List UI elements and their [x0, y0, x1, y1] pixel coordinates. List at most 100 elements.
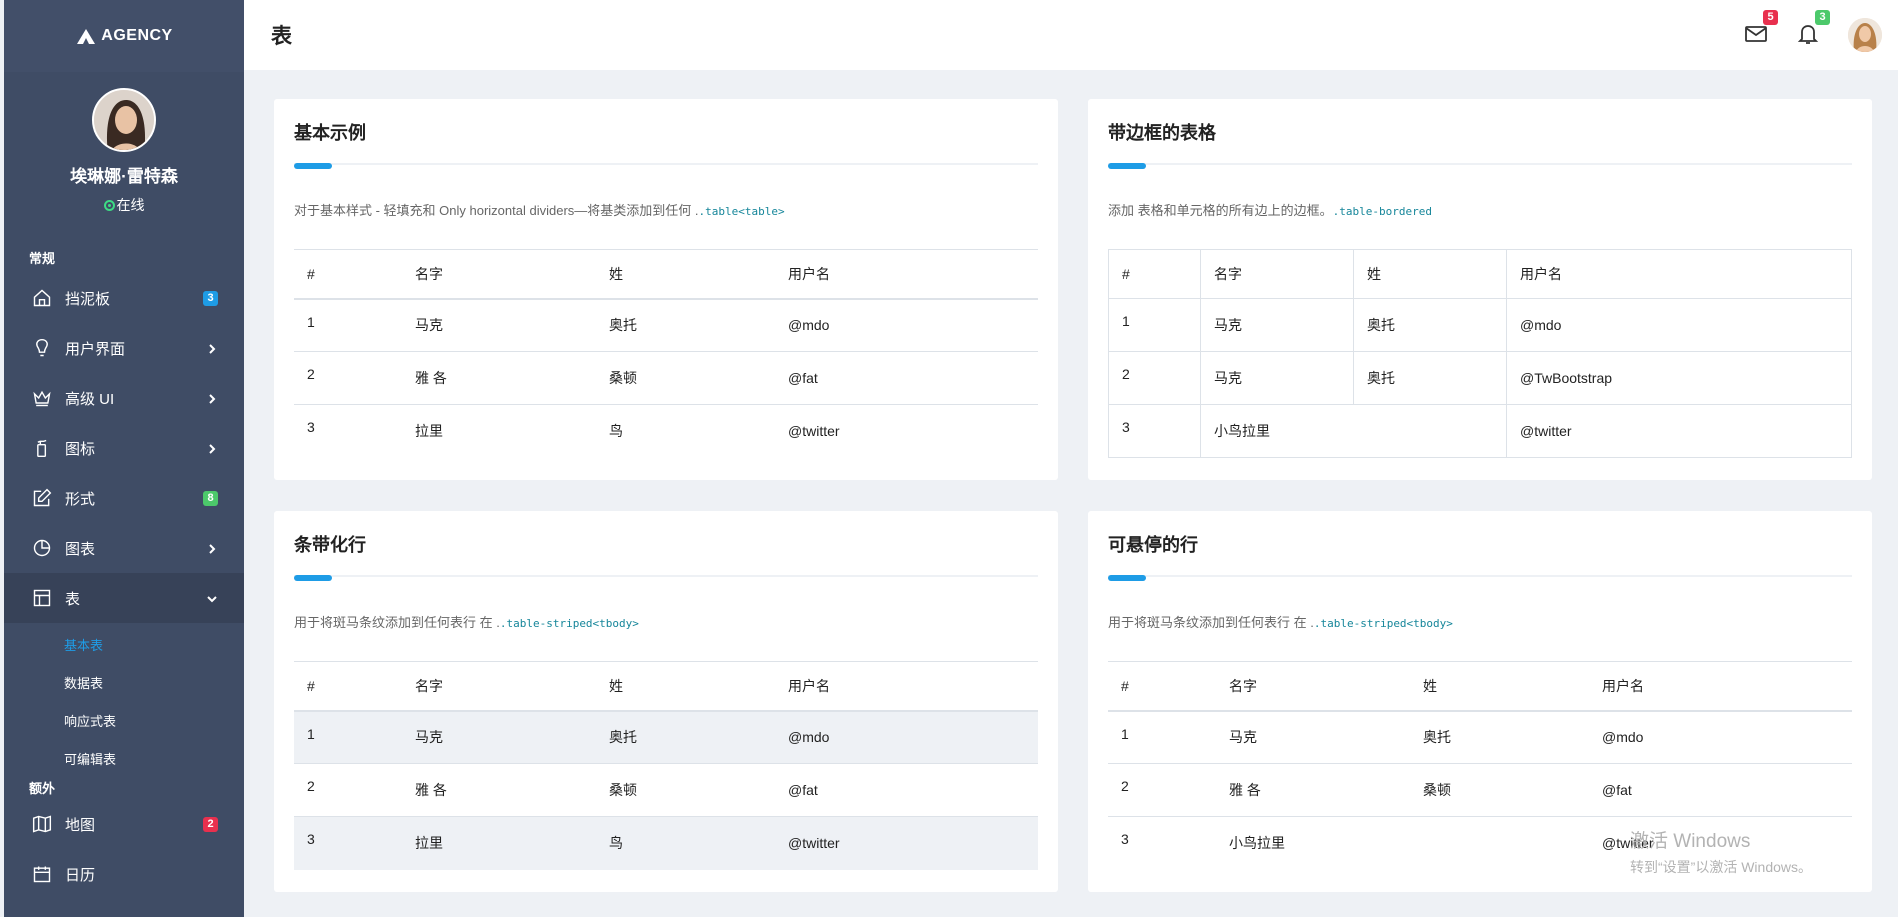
card-description: 对于基本样式 - 轻填充和 Only horizontal dividers—将…: [294, 200, 1038, 219]
card-desc-text: 对于基本样式 - 轻填充和 Only horizontal dividers—将…: [294, 203, 699, 218]
cell: 马克: [1200, 351, 1354, 405]
sidebar-subitem-responsive-table[interactable]: 响应式表: [4, 703, 244, 741]
notifications-button[interactable]: 3: [1796, 10, 1830, 48]
sidebar-item-label: 表: [65, 590, 81, 608]
cell: @mdo: [788, 729, 830, 746]
sidebar-item-label: 高级 UI: [65, 390, 115, 408]
cell: @twitter: [775, 816, 1038, 870]
profile: 埃琳娜·雷特森 在线: [4, 72, 244, 215]
extinguisher-icon: [31, 437, 53, 459]
cell: @twitter: [775, 404, 1038, 458]
cell: 奥托: [1353, 298, 1507, 352]
sidebar-subitem-basic-table[interactable]: 基本表: [4, 627, 244, 665]
cell: 3: [294, 404, 402, 458]
card-desc-code: .table-striped<tbody>: [499, 617, 639, 630]
sidebar-item-advanced-ui[interactable]: 高级 UI: [4, 373, 244, 423]
column-header: 用户名: [775, 661, 1038, 712]
title-underline: [1108, 163, 1852, 169]
column-header: 名字: [402, 249, 596, 300]
sidebar-item-label: 形式: [65, 490, 96, 508]
column-header: 姓: [1410, 661, 1589, 712]
sidebar-subitem-data-table[interactable]: 数据表: [4, 665, 244, 703]
cell: 3: [1108, 404, 1201, 458]
table-row[interactable]: 1 马克 奥托 @mdo: [1108, 711, 1852, 764]
cell: 雅 各: [402, 351, 596, 405]
column-header: #: [294, 249, 402, 300]
card-title: 基本示例: [294, 123, 366, 143]
title-underline: [294, 575, 1038, 581]
chevron-right-icon: [206, 442, 218, 454]
cell: @mdo: [788, 317, 830, 334]
sidebar-item-ui[interactable]: 用户界面: [4, 323, 244, 373]
card-desc-code: .table-striped<tbody>: [1313, 617, 1453, 630]
card-striped-table: 条带化行 用于将斑马条纹添加到任何表行 在 ..table-striped<tb…: [274, 511, 1058, 892]
cell: @fat: [775, 351, 1038, 405]
sidebar-item-charts[interactable]: 图表: [4, 523, 244, 573]
chevron-down-icon: [206, 592, 218, 604]
notifications-badge: 3: [1815, 10, 1830, 25]
chevron-right-icon: [206, 392, 218, 404]
cell: 马克: [1200, 298, 1354, 352]
profile-avatar[interactable]: [92, 88, 156, 152]
card-desc-text: 用于将斑马条纹添加到任何表行 在 .: [1108, 615, 1314, 630]
table-row[interactable]: 2雅 各桑顿 @fat: [1108, 763, 1852, 817]
sidebar-item-dashboard[interactable]: 挡泥板 3: [4, 273, 244, 323]
column-header: #: [1108, 661, 1216, 712]
table-row: 3 拉里鸟 @twitter: [294, 816, 1038, 870]
dashboard-badge: 3: [203, 290, 218, 306]
card-desc-code: .table-bordered: [1332, 205, 1432, 218]
status-label: 在线: [116, 197, 145, 213]
online-status-icon: [103, 199, 115, 211]
cell: 桑顿: [1410, 763, 1589, 817]
cell: 马克: [415, 317, 443, 334]
sidebar-item-label: 挡泥板: [65, 290, 111, 308]
mail-icon: [1745, 26, 1767, 42]
sidebar-item-forms[interactable]: 形式 8: [4, 473, 244, 523]
column-header: 姓: [596, 661, 775, 712]
cell: 鸟: [596, 816, 775, 870]
sidebar-item-label: 图标: [65, 440, 96, 458]
cell: 马克: [415, 729, 443, 746]
table-row: 3 拉里鸟 @twitter: [294, 404, 1038, 458]
column-header: 名字: [1200, 249, 1354, 299]
column-header: 名字: [1216, 661, 1410, 712]
cell: 拉里: [402, 816, 596, 870]
cell: @TwBootstrap: [1506, 351, 1852, 405]
column-header: 用户名: [1506, 249, 1852, 299]
table-row: 2雅 各桑顿 @fat: [294, 763, 1038, 817]
watermark-subtitle: 转到“设置”以激活 Windows。: [1630, 859, 1813, 875]
brand-logo[interactable]: AGENCY: [4, 0, 244, 72]
table-row: 3 小鸟拉里 @twitter: [1108, 404, 1852, 458]
card-desc-text: 添加 表格和单元格的所有边上的边框。: [1108, 203, 1333, 218]
profile-status: 在线: [4, 195, 244, 215]
card-description: 用于将斑马条纹添加到任何表行 在 ..table-striped<tbody>: [294, 612, 1038, 631]
table-row: 1 马克 奥托 @mdo: [294, 299, 1038, 352]
top-bar: 表 5 3: [244, 0, 1898, 70]
mail-button[interactable]: 5: [1744, 10, 1778, 48]
chevron-right-icon: [206, 342, 218, 354]
brand-name: AGENCY: [101, 27, 173, 44]
user-avatar[interactable]: [1848, 18, 1882, 52]
sidebar-item-label: 日历: [65, 866, 96, 884]
sidebar-item-label: 地图: [65, 816, 96, 834]
cell: 雅 各: [402, 763, 596, 817]
pie-chart-icon: [31, 537, 53, 559]
edit-icon: [31, 487, 53, 509]
cell: 1: [307, 725, 315, 742]
sidebar-item-tables[interactable]: 表: [4, 573, 244, 623]
sidebar-item-label: 图表: [65, 540, 96, 558]
sidebar-subitem-editable-table[interactable]: 可编辑表: [4, 741, 244, 779]
sidebar-item-map[interactable]: 地图 2: [4, 799, 244, 849]
table-row: 1 马克 奥托 @mdo: [1108, 298, 1852, 352]
map-badge: 2: [203, 816, 218, 832]
cell: 鸟: [596, 404, 775, 458]
cell: @fat: [1589, 763, 1852, 817]
home-icon: [31, 287, 53, 309]
cell: @mdo: [1506, 298, 1852, 352]
cell: 奥托: [609, 729, 637, 746]
sidebar-item-icons[interactable]: 图标: [4, 423, 244, 473]
bell-icon: [1797, 25, 1819, 44]
column-header: #: [1108, 249, 1201, 299]
sidebar: AGENCY 埃琳娜·雷特森 在线 常规 挡泥板 3 用户界面 高级 UI 图标…: [4, 0, 244, 917]
sidebar-item-calendar[interactable]: 日历: [4, 849, 244, 899]
